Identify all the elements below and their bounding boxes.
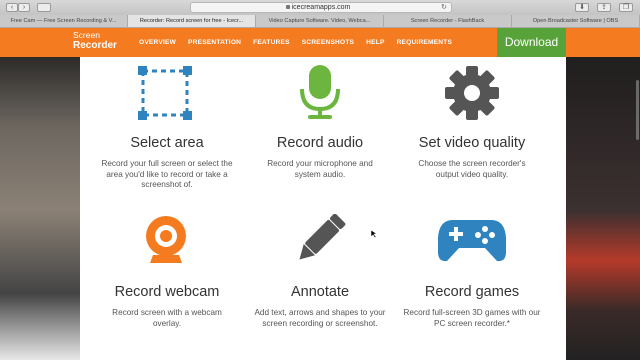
nav-requirements[interactable]: REQUIREMENTS (397, 38, 453, 47)
feature-title: Annotate (290, 284, 350, 300)
feature-record-audio: Record audio Record your microphone and … (240, 135, 400, 180)
download-button[interactable]: Download (497, 28, 566, 57)
feature-title: Record games (424, 284, 520, 300)
mouse-cursor-icon (370, 229, 378, 239)
nav-presentation[interactable]: PRESENTATION (188, 38, 241, 47)
gamepad-icon (438, 220, 506, 262)
feature-video-quality: Set video quality Choose the screen reco… (392, 135, 552, 180)
feature-description: Record screen with a webcam overlay. (112, 308, 222, 328)
nav-help[interactable]: HELP (366, 38, 384, 47)
browser-tab[interactable]: Screen Recorder - FlashBack (384, 15, 512, 27)
browser-tab[interactable]: Video Capture Software. Video, Webca... (256, 15, 384, 27)
sidebar-toggle-icon[interactable] (37, 3, 51, 12)
browser-tab[interactable]: Free Cam — Free Screen Recording & V... (0, 15, 128, 27)
background-photo-left (0, 28, 80, 360)
select-area-icon (138, 66, 192, 120)
tabs-overview-icon[interactable]: ❐ (619, 3, 633, 12)
feature-description: Record full-screen 3D games with our PC … (403, 308, 541, 328)
background-photo-right (560, 28, 640, 360)
microphone-icon (300, 65, 340, 119)
forward-button[interactable]: › (18, 3, 30, 12)
tab-bar: Free Cam — Free Screen Recording & V... … (0, 15, 640, 28)
feature-title: Record audio (276, 135, 364, 151)
site-logo[interactable]: Screen Recorder (73, 30, 117, 52)
feature-description: Choose the screen recorder's output vide… (418, 159, 526, 179)
back-button[interactable]: ‹ (6, 3, 18, 12)
feature-annotate: Annotate Add text, arrows and shapes to … (240, 284, 400, 329)
reload-icon[interactable]: ↻ (441, 3, 447, 12)
feature-record-webcam: Record webcam Record screen with a webca… (87, 284, 247, 329)
feature-description: Record your full screen or select the ar… (101, 159, 233, 189)
pencil-icon (299, 214, 346, 260)
feature-title: Select area (130, 135, 204, 151)
page-scrollbar[interactable] (636, 80, 639, 140)
nav-overview[interactable]: OVERVIEW (139, 38, 176, 47)
url-text: icecreamapps.com (291, 4, 351, 11)
feature-description: Add text, arrows and shapes to your scre… (254, 308, 386, 328)
gear-icon (445, 66, 499, 120)
nav-screenshots[interactable]: SCREENSHOTS (302, 38, 354, 47)
logo-line2: Recorder (73, 40, 117, 51)
logo-line1: Screen (73, 30, 100, 40)
webcam-icon (146, 216, 186, 263)
downloads-icon[interactable]: ⬇ (575, 3, 589, 12)
share-icon[interactable]: ⇪ (597, 3, 611, 12)
browser-tab-active[interactable]: Recorder: Record screen for free - Icecr… (128, 15, 256, 27)
feature-title: Set video quality (418, 135, 526, 151)
feature-select-area: Select area Record your full screen or s… (87, 135, 247, 191)
feature-title: Record webcam (114, 284, 220, 300)
feature-record-games: Record games Record full-screen 3D games… (392, 284, 552, 329)
feature-description: Record your microphone and system audio. (267, 159, 373, 179)
browser-tab[interactable]: Open Broadcaster Software | OBS (512, 15, 640, 27)
site-menu: OVERVIEW PRESENTATION FEATURES SCREENSHO… (139, 38, 464, 47)
nav-features[interactable]: FEATURES (253, 38, 290, 47)
address-bar[interactable]: icecreamapps.com ↻ (190, 2, 452, 13)
browser-titlebar: ‹ › icecreamapps.com ↻ ⬇ ⇪ ❐ (0, 0, 640, 15)
